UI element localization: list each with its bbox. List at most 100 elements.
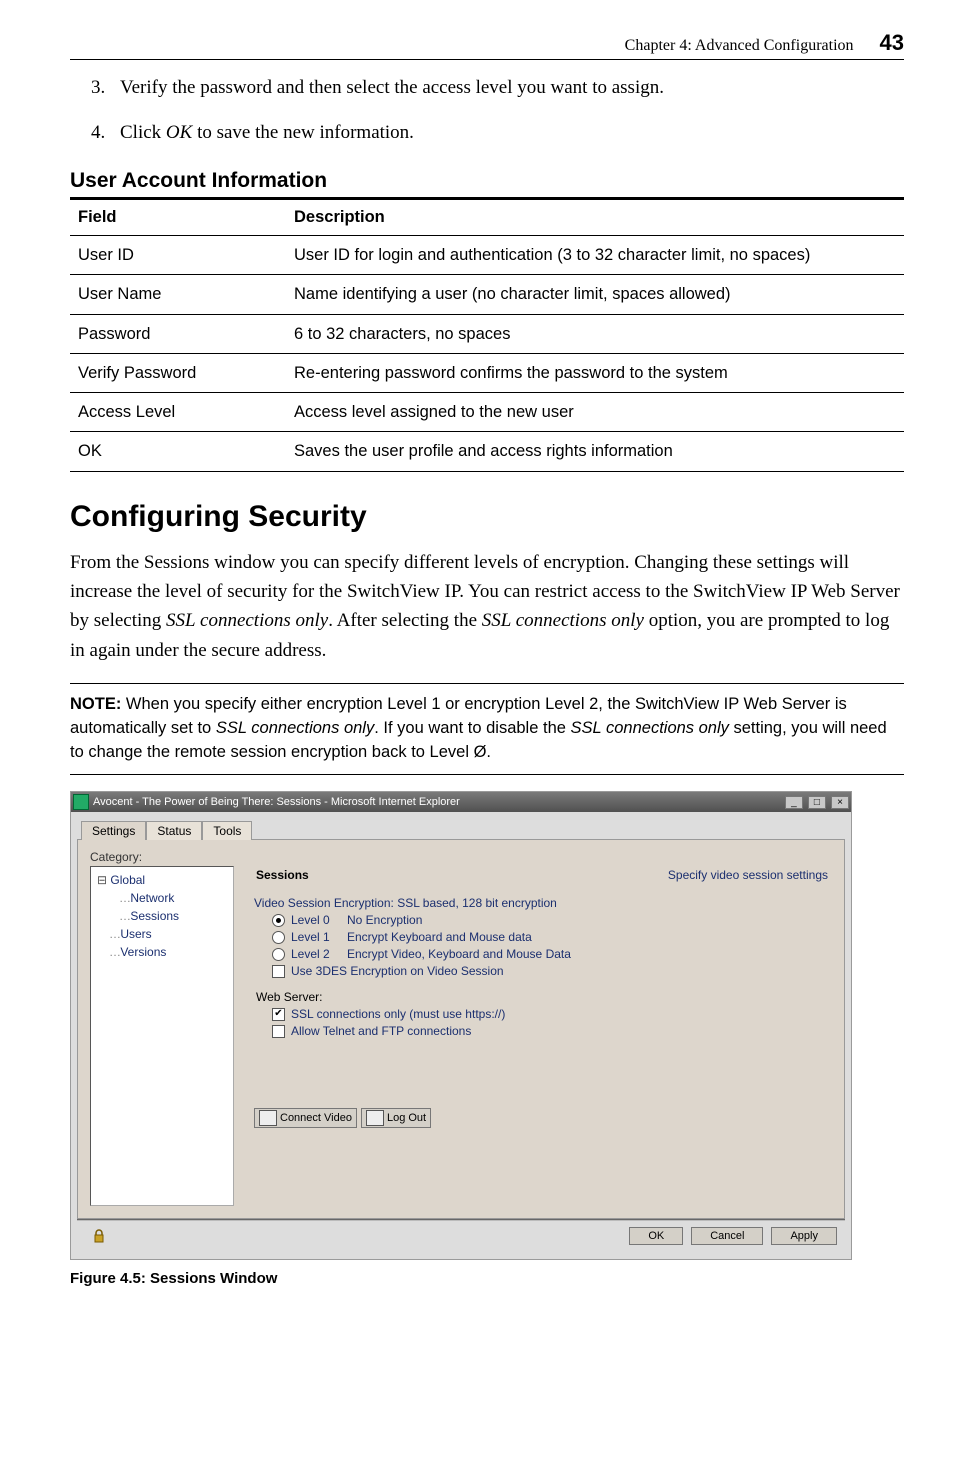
tree-network[interactable]: Network (119, 889, 227, 907)
step-3: Verify the password and then select the … (110, 74, 904, 103)
tree-global[interactable]: Global (97, 871, 227, 889)
note-em2: SSL connections only (571, 719, 729, 737)
apply-button[interactable]: Apply (771, 1227, 837, 1245)
ok-button[interactable]: OK (629, 1227, 683, 1245)
col-field: Field (70, 200, 286, 236)
pane-toolbar: Connect Video Log Out (254, 1108, 832, 1128)
page-number: 43 (880, 30, 904, 55)
lock-icon (91, 1228, 107, 1244)
step-4: Click OK to save the new information. (110, 119, 904, 148)
checkbox-icon (272, 965, 285, 978)
web-server-header: Web Server: (256, 990, 832, 1004)
step-4-em: OK (166, 122, 192, 143)
field-desc: User ID for login and authentication (3 … (286, 236, 904, 275)
maximize-button[interactable]: □ (808, 796, 826, 809)
field-name: Verify Password (70, 353, 286, 392)
configuring-security-heading: Configuring Security (70, 500, 904, 534)
pane-subheading: Specify video session settings (668, 868, 828, 882)
log-out-label: Log Out (387, 1112, 426, 1124)
level1-desc: Encrypt Keyboard and Mouse data (347, 930, 532, 944)
checkbox-ssl-only[interactable]: ✔ SSL connections only (must use https:/… (272, 1007, 832, 1021)
close-button[interactable]: × (831, 796, 849, 809)
field-name: OK (70, 432, 286, 471)
radio-icon (272, 914, 285, 927)
table-row: OK Saves the user profile and access rig… (70, 432, 904, 471)
monitor-icon (259, 1110, 277, 1126)
minimize-button[interactable]: _ (785, 796, 803, 809)
radio-level0[interactable]: Level 0 No Encryption (272, 913, 832, 927)
para-em1: SSL connections only (166, 610, 328, 631)
checkbox-allow-telnet[interactable]: Allow Telnet and FTP connections (272, 1024, 832, 1038)
sessions-window: Avocent - The Power of Being There: Sess… (70, 791, 852, 1260)
tab-status[interactable]: Status (146, 821, 202, 840)
step-list: Verify the password and then select the … (70, 74, 904, 147)
table-row: Access Level Access level assigned to th… (70, 393, 904, 432)
chapter-title: Chapter 4: Advanced Configuration (625, 37, 854, 54)
field-desc: Re-entering password confirms the passwo… (286, 353, 904, 392)
door-icon (366, 1110, 384, 1126)
cancel-button[interactable]: Cancel (691, 1227, 763, 1245)
security-paragraph: From the Sessions window you can specify… (70, 548, 904, 666)
level2-label: Level 2 (291, 947, 347, 961)
radio-level2[interactable]: Level 2 Encrypt Video, Keyboard and Mous… (272, 947, 832, 961)
settings-panel: Category: Global Network Sessions Users … (77, 839, 845, 1219)
category-label: Category: (90, 850, 832, 864)
tab-tools[interactable]: Tools (202, 821, 252, 840)
tab-strip: SettingsStatusTools (77, 814, 845, 839)
radio-level1[interactable]: Level 1 Encrypt Keyboard and Mouse data (272, 930, 832, 944)
field-desc: Saves the user profile and access rights… (286, 432, 904, 471)
step-3-text: Verify the password and then select the … (120, 77, 664, 98)
level0-desc: No Encryption (347, 913, 422, 927)
window-titlebar[interactable]: Avocent - The Power of Being There: Sess… (71, 792, 851, 812)
table-row: Password 6 to 32 characters, no spaces (70, 314, 904, 353)
ssl-only-label: SSL connections only (must use https://) (291, 1007, 505, 1021)
step-4-pre: Click (120, 122, 166, 143)
connect-video-button[interactable]: Connect Video (254, 1108, 357, 1128)
level1-label: Level 1 (291, 930, 347, 944)
table-row: Verify Password Re-entering password con… (70, 353, 904, 392)
status-bar: OK Cancel Apply (77, 1219, 845, 1251)
field-name: Access Level (70, 393, 286, 432)
radio-icon (272, 948, 285, 961)
field-name: User ID (70, 236, 286, 275)
pane-heading: Sessions (256, 868, 309, 882)
user-account-table: Field Description User ID User ID for lo… (70, 200, 904, 472)
note-block: NOTE: When you specify either encryption… (70, 683, 904, 775)
field-desc: 6 to 32 characters, no spaces (286, 314, 904, 353)
note-t2: . If you want to disable the (374, 719, 570, 737)
allow-telnet-label: Allow Telnet and FTP connections (291, 1024, 471, 1038)
table-row: User ID User ID for login and authentica… (70, 236, 904, 275)
checkbox-icon: ✔ (272, 1008, 285, 1021)
note-em1: SSL connections only (216, 719, 374, 737)
ie-icon (73, 794, 89, 810)
header-rule (70, 59, 904, 60)
level2-desc: Encrypt Video, Keyboard and Mouse Data (347, 947, 571, 961)
field-name: User Name (70, 275, 286, 314)
para-t2: . After selecting the (328, 610, 482, 631)
radio-icon (272, 931, 285, 944)
figure-caption: Figure 4.5: Sessions Window (70, 1270, 904, 1287)
window-controls: _ □ × (783, 796, 849, 809)
checkbox-icon (272, 1025, 285, 1038)
tree-users[interactable]: Users (109, 925, 227, 943)
connect-video-label: Connect Video (280, 1113, 352, 1124)
sessions-pane: Sessions Specify video session settings … (254, 866, 832, 1206)
field-name: Password (70, 314, 286, 353)
para-em2: SSL connections only (482, 610, 644, 631)
table-row: User Name Name identifying a user (no ch… (70, 275, 904, 314)
field-desc: Access level assigned to the new user (286, 393, 904, 432)
note-label: NOTE: (70, 695, 121, 713)
field-desc: Name identifying a user (no character li… (286, 275, 904, 314)
tab-settings[interactable]: Settings (81, 821, 146, 840)
checkbox-3des[interactable]: Use 3DES Encryption on Video Session (272, 964, 832, 978)
step-4-post: to save the new information. (192, 122, 414, 143)
use-3des-label: Use 3DES Encryption on Video Session (291, 964, 504, 978)
tree-versions[interactable]: Versions (109, 943, 227, 961)
category-tree[interactable]: Global Network Sessions Users Versions (90, 866, 234, 1206)
encryption-header: Video Session Encryption: SSL based, 128… (254, 896, 832, 910)
user-account-heading: User Account Information (70, 169, 904, 193)
tree-sessions[interactable]: Sessions (119, 907, 227, 925)
page-header: Chapter 4: Advanced Configuration 43 (70, 30, 904, 56)
window-title: Avocent - The Power of Being There: Sess… (93, 796, 783, 808)
log-out-button[interactable]: Log Out (361, 1108, 431, 1128)
